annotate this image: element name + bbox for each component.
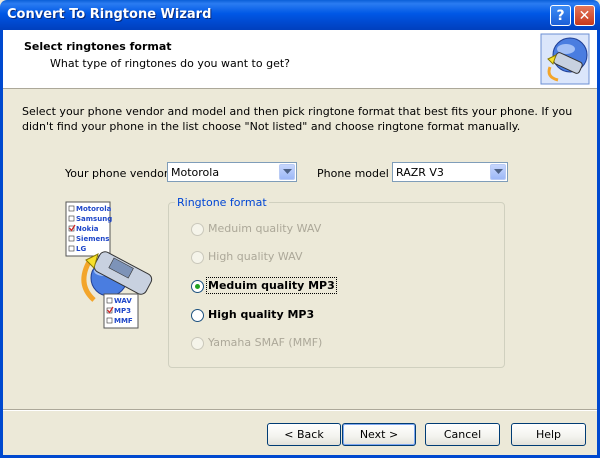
radio-label: High quality MP3 (208, 308, 315, 321)
illus-format-label: MMF (114, 317, 133, 325)
radio-circle (191, 251, 204, 264)
model-select[interactable]: RAZR V3 (392, 162, 508, 182)
radio-circle (191, 223, 204, 236)
header-subtitle: What type of ringtones do you want to ge… (50, 57, 290, 70)
model-select-value: RAZR V3 (396, 166, 444, 179)
illus-format-label: WAV (114, 297, 132, 305)
button-separator (3, 409, 597, 411)
illus-vendor-label: Samsung (76, 215, 112, 223)
vendor-select[interactable]: Motorola (167, 162, 297, 182)
next-button[interactable]: Next > (342, 423, 416, 446)
instructions-text: Select your phone vendor and model and t… (22, 105, 573, 133)
vendor-select-value: Motorola (171, 166, 220, 179)
help-title-button[interactable]: ? (550, 5, 571, 26)
phone-wizard-icon (540, 33, 590, 85)
model-label: Phone model (317, 167, 389, 180)
window-title: Convert To Ringtone Wizard (7, 7, 212, 22)
radio-circle (191, 309, 204, 322)
chevron-down-icon[interactable] (279, 164, 295, 180)
chevron-down-icon[interactable] (490, 164, 506, 180)
radio-selected-dot (195, 284, 200, 289)
radio-circle (191, 337, 204, 350)
illus-vendor-label: Nokia (76, 225, 99, 233)
cancel-button[interactable]: Cancel (425, 423, 500, 446)
radio-label: High quality WAV (208, 250, 303, 263)
wizard-header: Select ringtones format What type of rin… (3, 30, 597, 89)
illus-vendor-label: LG (76, 245, 86, 253)
radio-label: Meduim quality MP3 (206, 277, 337, 294)
help-button[interactable]: Help (511, 423, 586, 446)
header-title: Select ringtones format (24, 40, 172, 53)
phone-formats-illustration: Motorola Samsung Nokia Siemens LG WAV MP… (65, 201, 153, 329)
back-button[interactable]: < Back (267, 423, 341, 446)
radio-circle (191, 280, 204, 293)
illus-format-label: MP3 (114, 307, 131, 315)
close-button[interactable]: ✕ (574, 5, 595, 26)
radio-label: Meduim quality WAV (208, 222, 322, 235)
window-frame-left (0, 30, 3, 458)
vendor-label: Your phone vendor (65, 167, 169, 180)
radio-label: Yamaha SMAF (MMF) (208, 336, 323, 349)
illus-vendor-label: Motorola (76, 205, 112, 213)
illus-vendor-label: Siemens (76, 235, 109, 243)
ringtone-format-legend: Ringtone format (175, 196, 269, 209)
title-bar[interactable]: Convert To Ringtone Wizard ? ✕ (0, 0, 600, 30)
